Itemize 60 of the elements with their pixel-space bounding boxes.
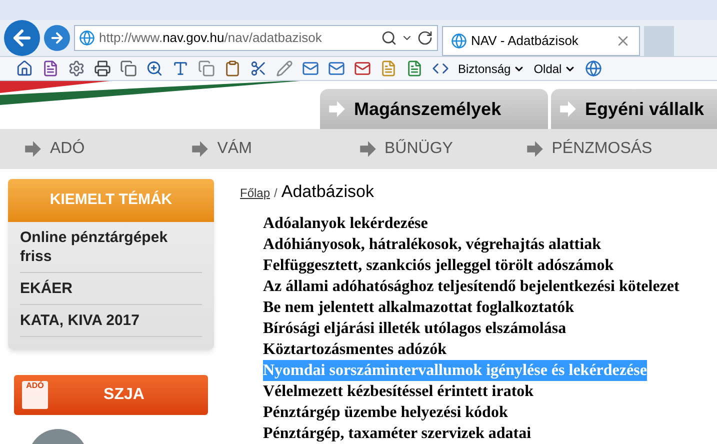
home-icon[interactable] xyxy=(16,60,33,77)
browser-logo-icon xyxy=(79,30,95,46)
database-link[interactable]: Köztartozásmentes adózók xyxy=(263,338,447,360)
document-icon[interactable] xyxy=(380,60,397,77)
mail-icon[interactable] xyxy=(302,60,319,77)
arrow-icon xyxy=(24,140,42,158)
breadcrumb-separator: / xyxy=(274,185,278,202)
document-icon[interactable] xyxy=(406,60,423,77)
featured-link[interactable]: EKÁER xyxy=(20,273,202,305)
nav-link[interactable]: ADÓ xyxy=(24,137,192,161)
forward-button[interactable] xyxy=(44,25,70,51)
tax-form-badge: ADÓ xyxy=(22,381,48,409)
nav-link[interactable]: BŰNÜGY xyxy=(358,137,526,161)
database-link[interactable]: Pénztárgép üzembe helyezési kódok xyxy=(263,402,508,422)
arrow-icon xyxy=(526,140,544,158)
nav-link[interactable]: PÉNZMOSÁS xyxy=(526,137,693,161)
forward-arrow-icon xyxy=(49,30,65,46)
nav-link[interactable]: VÁM xyxy=(191,137,358,161)
print-icon[interactable] xyxy=(94,60,111,77)
zoom-icon[interactable] xyxy=(146,60,163,77)
database-link[interactable]: Be nem jelentett alkalmazottat foglalkoztatók xyxy=(263,296,574,318)
copy-icon[interactable] xyxy=(198,60,215,77)
url-text: http://www.nav.gov.hu/nav/adatbazisok xyxy=(99,29,322,48)
featured-title: KIEMELT TÉMÁK xyxy=(8,179,214,222)
copy-icon[interactable] xyxy=(120,60,137,77)
search-icon[interactable] xyxy=(381,30,397,46)
featured-link[interactable]: KATA, KIVA 2017 xyxy=(20,305,202,337)
arrow-icon xyxy=(328,100,346,118)
database-link[interactable]: Az állami adóhatósághoz teljesítendő bejelentkezési kötelezet xyxy=(263,276,680,296)
database-link[interactable]: Bírósági eljárási illeték utólagos elszámolása xyxy=(263,318,566,338)
toolbar-menu[interactable]: Oldal xyxy=(534,60,576,78)
tab-title: NAV - Adatbázisok xyxy=(471,32,580,50)
page-title: Adatbázisok xyxy=(281,181,374,203)
back-button[interactable] xyxy=(4,20,40,56)
header-tab[interactable]: Magánszemélyek xyxy=(320,89,548,129)
cut-icon[interactable] xyxy=(250,60,267,77)
breadcrumb-link[interactable]: Főlap xyxy=(240,184,270,202)
browser-tab[interactable]: NAV - Adatbázisok xyxy=(442,26,640,56)
pencil-icon[interactable] xyxy=(276,60,293,77)
refresh-icon[interactable] xyxy=(417,30,433,46)
header-tab[interactable]: Egyéni vállalk xyxy=(551,89,717,129)
database-link[interactable]: Adóhiányosok, hátralékosok, végrehajtás alattiak xyxy=(263,234,601,254)
globe-icon[interactable] xyxy=(584,60,602,77)
toolbar-menu[interactable]: Biztonság xyxy=(458,60,525,78)
featured-link[interactable]: Online pénztárgépek friss xyxy=(20,222,202,273)
database-link[interactable]: Pénztárgép, taxaméter szervizek adatai xyxy=(263,422,532,444)
address-bar[interactable]: http://www.nav.gov.hu/nav/adatbazisok xyxy=(74,25,438,51)
arrow-icon xyxy=(358,140,376,158)
mail-icon[interactable] xyxy=(354,60,371,77)
paste-icon[interactable] xyxy=(224,60,241,77)
arrow-icon xyxy=(191,140,210,158)
database-link[interactable]: Vélelmezett kézbesítéssel érintett iratok xyxy=(263,380,534,402)
arrow-icon xyxy=(559,100,577,118)
database-link[interactable]: Adóalanyok lekérdezése xyxy=(263,212,428,234)
text-size-icon[interactable] xyxy=(172,60,189,77)
page-settings-icon[interactable] xyxy=(68,60,85,77)
database-link[interactable]: Felfüggesztett, szankciós jelleggel törölt adószámok xyxy=(263,254,614,276)
szja-button[interactable]: ADÓ SZJA xyxy=(14,375,208,415)
mail-icon[interactable] xyxy=(328,60,345,77)
browser-logo-icon xyxy=(451,33,467,49)
